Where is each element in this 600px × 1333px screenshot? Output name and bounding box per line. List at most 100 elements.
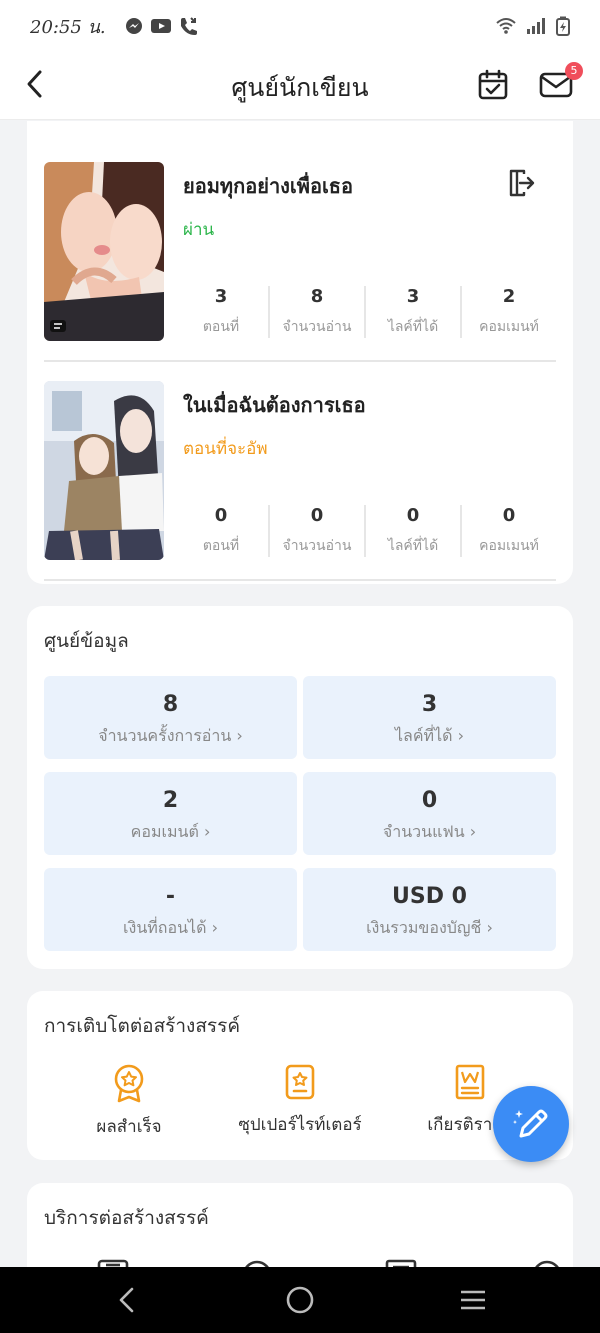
stat-value: 3 [406, 286, 420, 307]
nav-back-icon [119, 1287, 134, 1313]
growth-item-super-writer[interactable]: ซุปเปอร์ไรท์เตอร์ [215, 1063, 385, 1138]
calendar-button[interactable] [476, 68, 510, 102]
growth-label: ซุปเปอร์ไรท์เตอร์ [238, 1115, 362, 1135]
chevron-right-icon: › [469, 822, 477, 841]
content-area: ยอมทุกอย่างเพื่อเธอ ผ่าน 3 ตอนที่ 8 จำนว… [0, 121, 600, 1267]
chevron-right-icon: › [236, 726, 243, 745]
work-cover-image [44, 381, 164, 560]
stat-label: คอมเมนท์ [479, 538, 539, 554]
wifi-icon [496, 17, 516, 35]
info-label: จำนวนแฟน [382, 822, 465, 841]
work-item[interactable]: ยอมทุกอย่างเพื่อเธอ ผ่าน 3 ตอนที่ 8 จำนว… [44, 162, 556, 362]
info-comments[interactable]: 2 คอมเมนต์ › [44, 772, 297, 855]
info-label: เงินรวมของบัญชี [366, 918, 482, 937]
work-title: ในเมื่อฉันต้องการเธอ [183, 393, 366, 417]
status-bar: 20:55 น. [0, 0, 600, 52]
service-document-icon[interactable] [97, 1255, 129, 1267]
system-nav-bar [0, 1267, 600, 1333]
stat-value: 2 [502, 286, 516, 307]
growth-label: ผลสำเร็จ [96, 1117, 162, 1137]
work-status: ตอนที่จะอัพ [183, 439, 268, 459]
chevron-right-icon: › [486, 918, 493, 937]
stat-reads: 8 จำนวนอ่าน [268, 286, 364, 338]
stat-likes: 3 ไลค์ที่ได้ [364, 286, 460, 338]
messenger-icon [124, 16, 144, 36]
section-title: การเติบโตต่อสร้างสรรค์ [44, 1015, 241, 1037]
stat-value: 0 [502, 505, 516, 526]
status-time: 20:55 น. [30, 16, 106, 38]
missed-call-icon [178, 16, 200, 36]
info-fans[interactable]: 0 จำนวนแฟน › [303, 772, 556, 855]
stat-label: จำนวนอ่าน [282, 538, 352, 554]
mail-button[interactable]: 5 [538, 62, 583, 102]
info-value: - [165, 884, 176, 909]
achievement-medal-icon [114, 1064, 144, 1103]
stat-label: ไลค์ที่ได้ [387, 538, 439, 554]
stat-label: ตอนที่ [202, 538, 240, 554]
info-value: 3 [421, 692, 438, 717]
work-title: ยอมทุกอย่างเพื่อเธอ [183, 174, 354, 198]
stat-label: ตอนที่ [202, 319, 240, 335]
stat-episodes: 3 ตอนที่ [174, 286, 268, 338]
work-item[interactable]: ในเมื่อฉันต้องการเธอ ตอนที่จะอัพ 0 ตอนที… [44, 381, 556, 581]
work-stats: 0 ตอนที่ 0 จำนวนอ่าน 0 ไลค์ที่ได้ 0 คอมเ… [174, 505, 556, 557]
stat-episodes: 0 ตอนที่ [174, 505, 268, 557]
app-header: ศูนย์นักเขียน 5 [0, 52, 600, 120]
info-label: เงินที่ถอนได้ [123, 918, 207, 937]
stat-value: 3 [214, 286, 228, 307]
section-title: บริการต่อสร้างสรรค์ [44, 1207, 209, 1229]
info-label: จำนวนครั้งการอ่าน [98, 726, 232, 745]
info-reads[interactable]: 8 จำนวนครั้งการอ่าน › [44, 676, 297, 759]
service-list-icon[interactable] [385, 1255, 417, 1267]
stat-value: 0 [310, 505, 324, 526]
info-label: คอมเมนต์ [130, 822, 199, 841]
stat-likes: 0 ไลค์ที่ได้ [364, 505, 460, 557]
growth-item-achievement[interactable]: ผลสำเร็จ [44, 1063, 214, 1140]
info-value: USD 0 [392, 884, 467, 909]
work-cover-image [44, 162, 164, 341]
section-title: ศูนย์ข้อมูล [44, 630, 129, 652]
create-fab-button[interactable] [493, 1086, 569, 1162]
page-title: ศูนย์นักเขียน [231, 73, 369, 102]
chevron-right-icon: › [457, 726, 465, 745]
stat-comments: 2 คอมเมนท์ [460, 286, 556, 338]
nav-home-icon [286, 1286, 314, 1314]
nav-home-button[interactable] [285, 1285, 315, 1315]
super-writer-badge-icon [285, 1064, 315, 1100]
stat-label: ไลค์ที่ได้ [387, 319, 439, 335]
youtube-icon [150, 17, 172, 35]
nav-recents-button[interactable] [458, 1285, 488, 1315]
work-status: ผ่าน [183, 220, 215, 240]
signal-icon [526, 17, 546, 35]
info-account-total[interactable]: USD 0 เงินรวมของบัญชี › [303, 868, 556, 951]
stat-value: 8 [310, 286, 324, 307]
stat-reads: 0 จำนวนอ่าน [268, 505, 364, 557]
mail-badge: 5 [565, 62, 583, 80]
stat-comments: 0 คอมเมนท์ [460, 505, 556, 557]
stat-value: 0 [406, 505, 420, 526]
work-stats: 3 ตอนที่ 8 จำนวนอ่าน 3 ไลค์ที่ได้ 2 คอมเ… [174, 286, 556, 338]
magic-pencil-icon [513, 1109, 548, 1138]
growth-card: การเติบโตต่อสร้างสรรค์ ผลสำเร็จ ซุปเปอร์… [27, 991, 573, 1160]
calendar-check-icon [478, 69, 508, 100]
honor-certificate-icon [455, 1064, 485, 1100]
info-likes[interactable]: 3 ไลค์ที่ได้ › [303, 676, 556, 759]
battery-charging-icon [556, 16, 570, 36]
info-value: 0 [421, 788, 438, 813]
info-value: 2 [162, 788, 179, 813]
stat-value: 0 [214, 505, 228, 526]
nav-back-button[interactable] [114, 1285, 140, 1315]
info-withdrawable[interactable]: - เงินที่ถอนได้ › [44, 868, 297, 951]
stat-label: จำนวนอ่าน [282, 319, 352, 335]
services-card: บริการต่อสร้างสรรค์ [27, 1183, 573, 1267]
info-label: ไลค์ที่ได้ [394, 726, 453, 745]
works-card: ยอมทุกอย่างเพื่อเธอ ผ่าน 3 ตอนที่ 8 จำนว… [27, 121, 573, 584]
info-value: 8 [162, 692, 179, 717]
chevron-right-icon: › [203, 822, 211, 841]
service-chat-icon[interactable] [531, 1255, 563, 1267]
data-center-card: ศูนย์ข้อมูล 8 จำนวนครั้งการอ่าน › 3 ไลค์… [27, 606, 573, 969]
service-target-icon[interactable] [241, 1255, 273, 1267]
nav-menu-icon [461, 1290, 485, 1310]
stat-label: คอมเมนท์ [479, 319, 539, 335]
exit-icon[interactable] [506, 168, 536, 198]
